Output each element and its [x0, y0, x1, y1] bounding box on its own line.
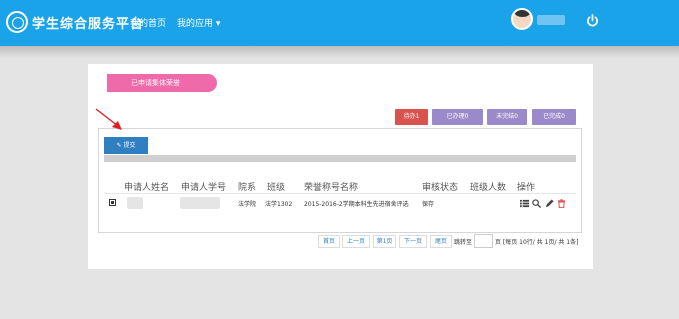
- toolbar-bar: [104, 155, 576, 162]
- unfinished-tab[interactable]: 未完结0: [487, 109, 527, 125]
- nav-home-link[interactable]: 我的首页: [130, 16, 166, 29]
- arrow-annotation: [95, 108, 122, 130]
- col-class: 班级: [267, 183, 286, 193]
- pending-tab[interactable]: 待办1: [395, 109, 428, 125]
- list-icon[interactable]: [520, 199, 529, 208]
- header-shadow: [0, 46, 679, 58]
- trash-icon[interactable]: [557, 199, 566, 208]
- col-review-status: 审核状态: [422, 183, 459, 193]
- page-current-button[interactable]: 第1页: [373, 235, 396, 248]
- table-divider: [104, 193, 576, 194]
- col-actions: 操作: [517, 183, 536, 193]
- applicant-id-redacted: [180, 197, 220, 209]
- cell-status: 保存: [422, 201, 435, 208]
- pagination-summary: 页 [每页 10行/ 共 1页/ 共 1条]: [495, 239, 579, 246]
- col-honor-name: 荣誉称号名称: [304, 183, 359, 193]
- edit-icon: ✎: [116, 142, 122, 149]
- page-last-button[interactable]: 尾页: [430, 235, 452, 248]
- applicant-name-redacted: [127, 197, 143, 209]
- user-name-redacted[interactable]: [537, 15, 565, 25]
- pencil-icon[interactable]: [545, 199, 554, 208]
- processed-tab[interactable]: 已办理0: [432, 109, 483, 125]
- cell-honor: 2015-2016-2学期本科生先进宿舍评选: [304, 201, 409, 208]
- col-class-count: 班级人数: [470, 183, 507, 193]
- app-title: 学生综合服务平台: [32, 17, 145, 32]
- completed-tab[interactable]: 已完成0: [532, 109, 576, 125]
- col-applicant-name: 申请人姓名: [124, 183, 170, 193]
- section-ribbon-title: 已申请集体荣誉: [107, 74, 217, 92]
- page-next-button[interactable]: 下一页: [399, 235, 427, 248]
- page-jump-input[interactable]: [474, 234, 493, 248]
- logo-icon: [6, 11, 28, 33]
- submit-label: 提交: [123, 142, 136, 149]
- page-first-button[interactable]: 首页: [318, 235, 340, 248]
- row-checkbox[interactable]: [109, 199, 116, 206]
- page-prev-button[interactable]: 上一页: [342, 235, 370, 248]
- avatar[interactable]: [511, 8, 533, 30]
- col-college: 院系: [238, 183, 257, 193]
- nav-apps-dropdown[interactable]: 我的应用 ▾: [177, 16, 220, 29]
- power-icon[interactable]: [586, 14, 599, 27]
- search-icon[interactable]: [532, 199, 541, 208]
- top-navbar: 学生综合服务平台 我的首页 我的应用 ▾: [0, 0, 679, 46]
- col-applicant-id: 申请人学号: [181, 183, 227, 193]
- jump-label: 跳转至: [454, 239, 473, 246]
- submit-button[interactable]: ✎ 提交: [104, 137, 148, 154]
- cell-class: 法学1302: [265, 201, 293, 208]
- cell-college: 法学院: [238, 201, 257, 208]
